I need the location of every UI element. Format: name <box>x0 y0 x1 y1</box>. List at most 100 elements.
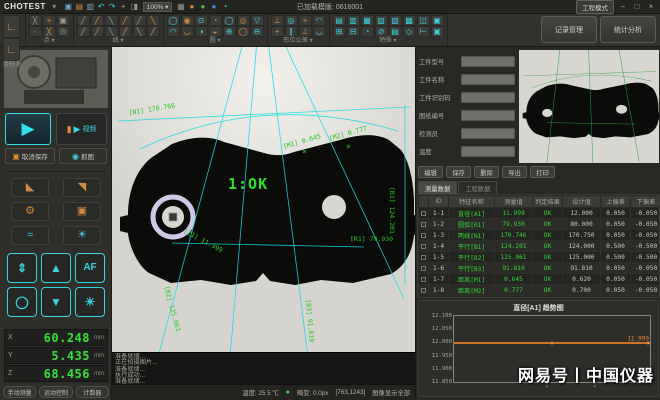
toolbar-icon[interactable]: ◔ <box>219 2 230 12</box>
form-input[interactable] <box>461 146 515 157</box>
ribbon-tool-icon[interactable]: ▤ <box>389 26 402 37</box>
ribbon-tool-icon[interactable]: ◯ <box>167 15 180 26</box>
zoom-select[interactable]: 100% ▾ <box>143 2 173 12</box>
ribbon-tool-icon[interactable]: ∟ <box>3 38 20 61</box>
sidebar-bottom-button[interactable]: 手动测量 <box>3 386 36 398</box>
ribbon-tool-icon[interactable]: ⊟ <box>347 26 360 37</box>
toolbar-icon[interactable]: ▤ <box>74 2 85 12</box>
table-header-cell[interactable]: 测量值 <box>495 196 533 208</box>
table-row[interactable]: 1-3两线[N1]170.746OK170.7500.050-0.050 <box>419 230 660 241</box>
ribbon-tool-icon[interactable]: ◔ <box>209 15 222 26</box>
toolbar-icon[interactable]: ▥ <box>85 2 96 12</box>
record-button[interactable]: 保存 <box>446 166 471 178</box>
form-input[interactable] <box>461 128 515 139</box>
row-checkbox[interactable] <box>421 266 426 271</box>
record-button[interactable]: 导出 <box>502 166 527 178</box>
ribbon-tool-icon[interactable]: ▤ <box>333 15 346 26</box>
form-input[interactable] <box>461 110 515 121</box>
toolbar-icon[interactable]: ▦ <box>175 2 186 12</box>
row-checkbox[interactable] <box>421 211 426 216</box>
toolbar-icon[interactable]: ● <box>197 2 208 12</box>
minimize-button[interactable]: – <box>618 2 628 11</box>
record-button[interactable]: 删除 <box>474 166 499 178</box>
ribbon-tool-icon[interactable]: ∥ <box>285 26 298 37</box>
jog-button[interactable]: ◯ <box>7 287 37 317</box>
ribbon-tool-icon[interactable]: ◔ <box>361 26 374 37</box>
ribbon-tool-icon[interactable]: ▣ <box>431 15 444 26</box>
overview-image[interactable] <box>519 50 659 163</box>
maximize-button[interactable]: □ <box>632 2 642 11</box>
toolbar-icon[interactable]: + <box>118 2 129 12</box>
table-row[interactable]: 1-4平行[B1]124.201OK124.0000.500-0.500 <box>419 241 660 252</box>
ribbon-tool-icon[interactable]: ╱ <box>77 15 90 26</box>
row-checkbox[interactable] <box>421 244 426 249</box>
ribbon-tool-icon[interactable]: ▩ <box>403 15 416 26</box>
table-row[interactable]: 1-1直径[A1]11.999OK12.0000.050-0.050 <box>419 208 660 219</box>
autofocus-button[interactable]: AF <box>75 253 105 283</box>
row-checkbox[interactable] <box>421 288 426 293</box>
ribbon-tool-icon[interactable]: ◒ <box>209 26 222 37</box>
toolbar-icon[interactable]: ● <box>208 2 219 12</box>
toolbar-icon[interactable]: ↶ <box>96 2 107 12</box>
jog-button[interactable]: ▲ <box>41 253 71 283</box>
ribbon-tool-icon[interactable]: ╱ <box>147 26 160 37</box>
row-checkbox-cell[interactable] <box>419 263 429 274</box>
row-checkbox[interactable] <box>421 233 426 238</box>
fixture-tool-button[interactable]: ◥ <box>63 178 101 197</box>
ribbon-tool-icon[interactable]: ▧ <box>375 15 388 26</box>
table-header-cell[interactable]: 设计值 <box>563 196 601 208</box>
video-button[interactable]: ▮ ▶ 视频 <box>56 113 107 145</box>
form-input[interactable] <box>461 74 515 85</box>
ribbon-tool-icon[interactable]: ◯ <box>223 15 236 26</box>
sidebar-bottom-button[interactable]: 运动控制 <box>39 386 72 398</box>
ribbon-tool-icon[interactable]: ╱ <box>119 15 132 26</box>
cancel-save-button[interactable]: ▣ 取消保存 <box>5 148 55 164</box>
fixture-tool-button[interactable]: ☀ <box>63 226 101 245</box>
data-tab[interactable]: 测量数据 <box>418 181 457 194</box>
close-button[interactable]: × <box>646 2 656 11</box>
jog-button[interactable]: ▼ <box>41 287 71 317</box>
table-row[interactable]: 1-7距离[M1]0.645OK0.6200.050-0.050 <box>419 274 660 285</box>
ribbon-tool-icon[interactable]: ◡ <box>313 26 326 37</box>
form-input[interactable] <box>461 92 515 103</box>
fixture-tool-button[interactable]: ▣ <box>63 202 101 221</box>
ribbon-tool-icon[interactable]: ◠ <box>167 26 180 37</box>
ribbon-tool-icon[interactable]: ◯ <box>237 26 250 37</box>
ribbon-tool-icon[interactable]: ◉ <box>181 15 194 26</box>
ribbon-tool-icon[interactable]: ⊢ <box>417 26 430 37</box>
table-header-cell[interactable]: 判定结果 <box>533 196 563 208</box>
table-header-cell[interactable]: 特征名称 <box>449 196 495 208</box>
row-checkbox-cell[interactable] <box>419 208 429 219</box>
measurement-table[interactable]: ID特征名称测量值判定结果设计值上偏差下偏差1-1直径[A1]11.999OK1… <box>417 194 660 298</box>
app-menu-arrow-icon[interactable]: ▾ <box>49 2 60 12</box>
engineering-mode-button[interactable]: 工程模式 <box>576 0 614 14</box>
table-header-cell[interactable]: 上偏差 <box>601 196 631 208</box>
ribbon-tool-icon[interactable]: ╱ <box>77 26 90 37</box>
ribbon-tool-icon[interactable]: ╲ <box>147 15 160 26</box>
table-row[interactable]: 1-5平行[B2]125.061OK125.0000.500-0.500 <box>419 252 660 263</box>
toolbar-icon[interactable]: ↷ <box>107 2 118 12</box>
snapshot-button[interactable]: ◉ 抓图 <box>59 148 107 164</box>
ribbon-tool-icon[interactable]: ╲ <box>105 15 118 26</box>
ribbon-tool-icon[interactable]: ◫ <box>417 15 430 26</box>
ribbon-tool-icon[interactable]: ◎ <box>285 15 298 26</box>
ribbon-tool-icon[interactable]: · <box>29 26 42 37</box>
table-row[interactable]: 1-2圆弧[R1]79.930OK80.0000.050-0.050 <box>419 219 660 230</box>
main-camera-view[interactable]: 1:OK [N1] 170.766[M1] 0.645[M2] 0.777××[… <box>112 47 415 352</box>
ribbon-tool-icon[interactable]: ◑ <box>195 26 208 37</box>
toolbar-icon[interactable]: ▣ <box>63 2 74 12</box>
ribbon-tool-icon[interactable]: ⊘ <box>375 26 388 37</box>
row-checkbox[interactable] <box>421 277 426 282</box>
ribbon-tool-icon[interactable]: ◠ <box>313 15 326 26</box>
data-tab[interactable]: 工程数据 <box>458 181 497 194</box>
table-header-cell[interactable] <box>419 196 429 208</box>
row-checkbox-cell[interactable] <box>419 252 429 263</box>
form-input[interactable] <box>461 56 515 67</box>
ribbon-tool-icon[interactable]: ▣ <box>57 15 70 26</box>
table-header-cell[interactable]: 下偏差 <box>631 196 660 208</box>
ribbon-big-button[interactable]: 记录管理 <box>541 16 597 43</box>
ribbon-tool-icon[interactable]: + <box>299 15 312 26</box>
ribbon-tool-icon[interactable]: ▦ <box>361 15 374 26</box>
row-checkbox-cell[interactable] <box>419 285 429 296</box>
ribbon-tool-icon[interactable]: ◡ <box>181 26 194 37</box>
